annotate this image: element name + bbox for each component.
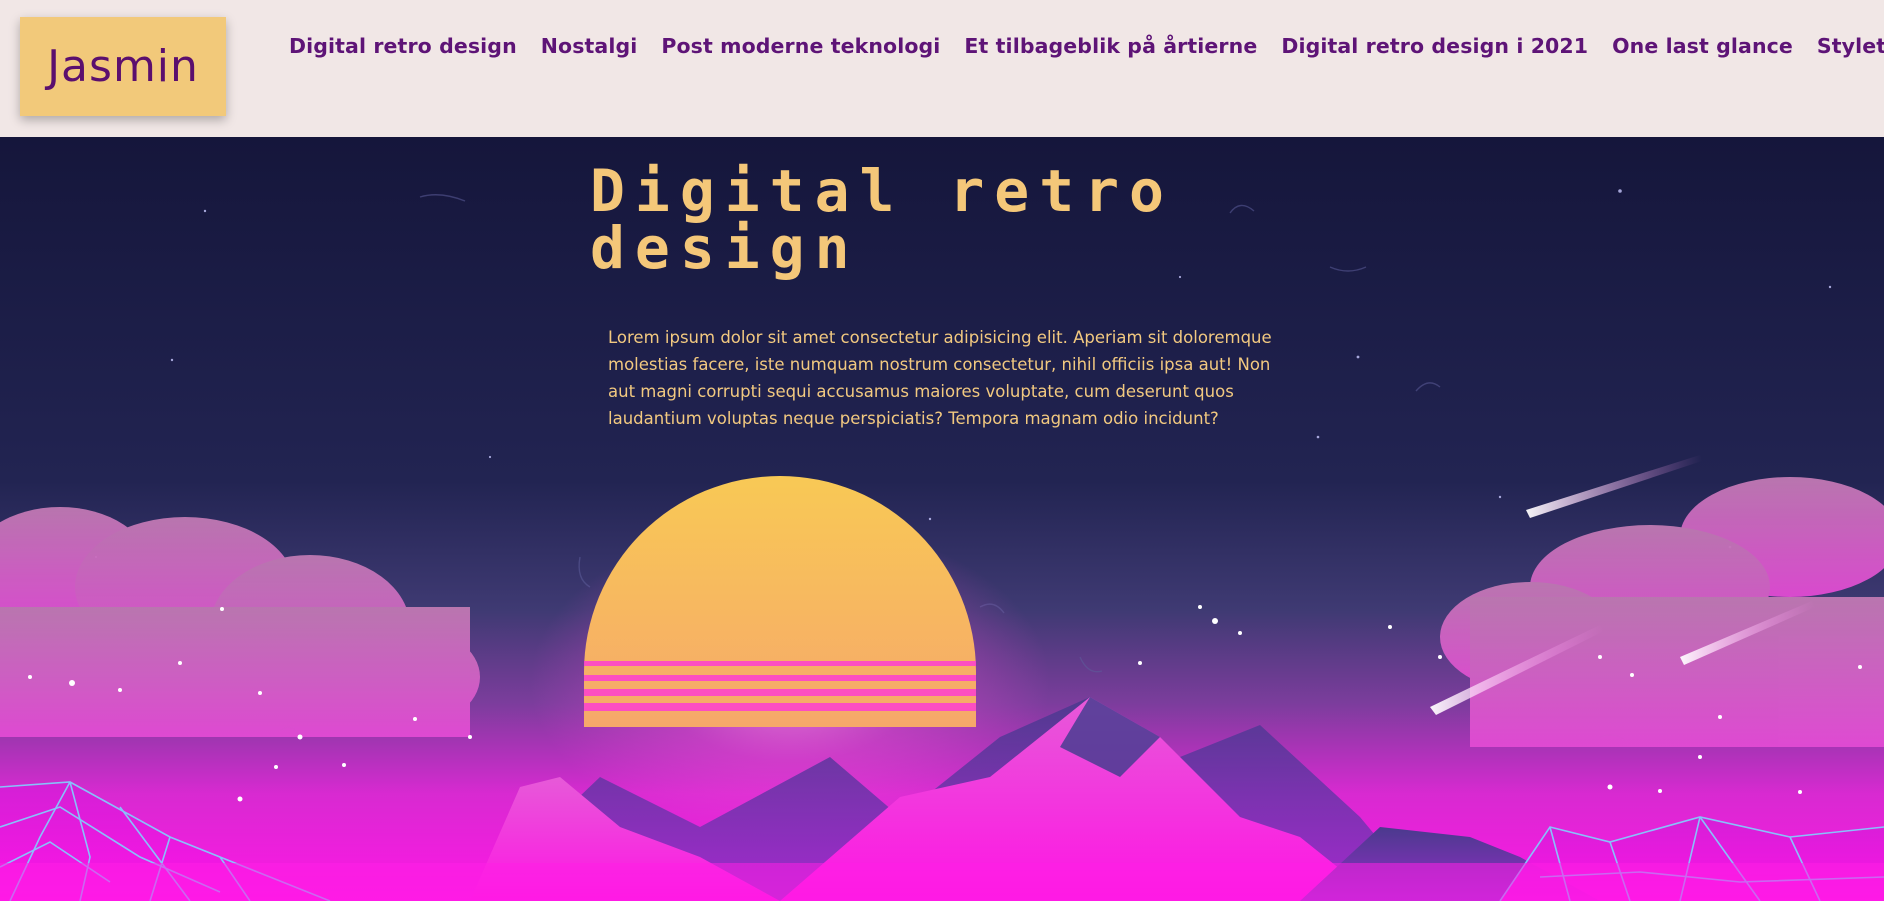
nav-link-one-last-glance[interactable]: One last glance — [1612, 34, 1793, 64]
logo[interactable]: Jasmin — [20, 17, 226, 116]
nav-link-digital-retro-design-2021[interactable]: Digital retro design i 2021 — [1281, 34, 1588, 64]
hero-description: Lorem ipsum dolor sit amet consectetur a… — [608, 328, 1272, 428]
site-header: Jasmin Digital retro design Nostalgi Pos… — [0, 0, 1884, 137]
page-title: Digital retro design — [590, 157, 1174, 282]
nav-link-tilbageblik[interactable]: Et tilbageblik på årtierne — [964, 34, 1257, 64]
main-nav: Digital retro design Nostalgi Post moder… — [289, 34, 1884, 64]
logo-text: Jasmin — [47, 41, 199, 92]
nav-link-styletile[interactable]: Styletile — [1817, 34, 1884, 64]
nav-link-post-moderne-teknologi[interactable]: Post moderne teknologi — [661, 34, 940, 64]
nav-link-nostalgi[interactable]: Nostalgi — [541, 34, 638, 64]
nav-link-digital-retro-design[interactable]: Digital retro design — [289, 34, 517, 64]
